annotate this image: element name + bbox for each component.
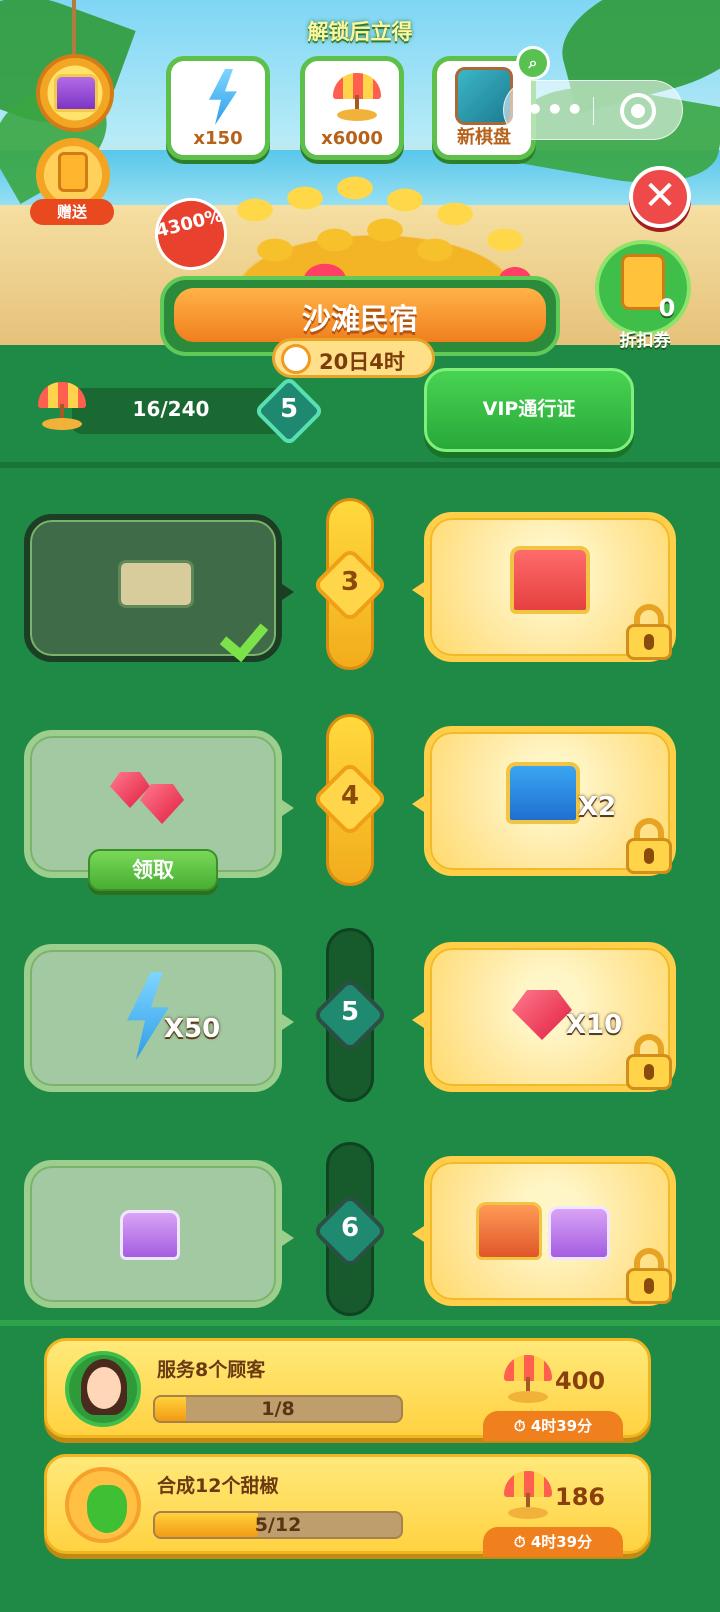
beach-umbrella-icon — [502, 1351, 554, 1403]
customer-avatar — [65, 1351, 141, 1427]
lock-icon — [624, 604, 674, 660]
lightning-icon — [197, 69, 249, 125]
vip-reward-card[interactable] — [412, 1156, 676, 1306]
task-progress-text: 1/8 — [261, 1398, 295, 1420]
rope-decoration — [72, 0, 76, 56]
coupon-label: 折扣券 — [619, 331, 671, 351]
pass-progress-text: 16/240 — [132, 397, 210, 421]
pepper-icon — [87, 1485, 127, 1533]
level-number: 4 — [340, 781, 360, 811]
purple-chest-icon — [548, 1206, 610, 1260]
lock-icon — [624, 818, 674, 874]
pepper-avatar — [65, 1467, 141, 1543]
task-card[interactable]: 服务8个顾客 1/8 400 ⏱ 4时39分 — [44, 1338, 651, 1441]
task-timer: ⏱ 4时39分 — [483, 1527, 623, 1557]
claim-button[interactable]: 领取 — [88, 849, 218, 891]
level-number: 5 — [340, 997, 360, 1027]
event-timer-text: 20日4时 — [319, 350, 405, 374]
free-reward-card[interactable] — [24, 514, 294, 662]
vip-reward-card[interactable]: X10 — [412, 942, 676, 1092]
close-miniprogram-icon[interactable] — [620, 93, 656, 129]
unlock-reward-umbrella[interactable]: x6000 — [300, 56, 404, 160]
section-divider — [0, 462, 720, 468]
vip-reward-card[interactable]: X2 — [412, 726, 676, 876]
food-tray-icon — [118, 560, 194, 608]
vip-reward-card[interactable] — [412, 512, 676, 662]
beach-umbrella-icon — [331, 69, 383, 125]
percent-badge-text: 4300% — [153, 205, 226, 242]
lock-icon — [624, 1034, 674, 1090]
task-progress-text: 5/12 — [254, 1514, 302, 1536]
task-label: 服务8个顾客 — [157, 1359, 266, 1381]
free-reward-card[interactable] — [24, 1160, 294, 1308]
magnify-icon[interactable]: ⌕ — [516, 46, 550, 80]
orange-chest-icon — [476, 1202, 542, 1260]
free-reward-card[interactable]: X50 — [24, 944, 294, 1092]
unlock-reward-label: x6000 — [321, 128, 383, 149]
miniprogram-capsule: ••• — [503, 80, 683, 140]
beach-umbrella-icon — [36, 378, 88, 430]
reward-quantity: X50 — [164, 1014, 221, 1044]
capsule-divider — [593, 97, 594, 125]
treasure-chest-icon[interactable] — [36, 54, 114, 132]
chest-shape — [54, 74, 98, 112]
lock-icon — [624, 1248, 674, 1304]
more-options-icon[interactable]: ••• — [526, 93, 586, 126]
task-reward: 400 — [555, 1367, 606, 1395]
blue-chest-icon — [506, 762, 580, 824]
reward-quantity: X10 — [566, 1010, 623, 1040]
task-reward: 186 — [555, 1483, 606, 1511]
close-button[interactable]: ✕ — [629, 166, 691, 228]
event-title: 沙滩民宿 — [301, 302, 418, 336]
task-timer-text: 4时39分 — [530, 1533, 593, 1551]
task-timer-text: 4时39分 — [530, 1417, 593, 1435]
gift-label[interactable]: 赠送 — [30, 199, 114, 225]
beach-umbrella-icon — [502, 1467, 554, 1519]
unlock-reward-energy[interactable]: x150 — [166, 56, 270, 160]
unlock-title: 解锁后立得 — [307, 20, 413, 44]
reward-quantity: X2 — [578, 792, 617, 822]
task-label: 合成12个甜椒 — [157, 1475, 279, 1497]
task-progress-bar: 5/12 — [153, 1511, 403, 1539]
mystery-chest-icon — [510, 546, 590, 614]
task-timer: ⏱ 4时39分 — [483, 1411, 623, 1441]
coupon-count: 0 — [658, 294, 676, 322]
event-timer: 20日4时 — [272, 338, 435, 378]
level-number: 6 — [340, 1213, 360, 1243]
task-card[interactable]: 合成12个甜椒 5/12 186 ⏱ 4时39分 — [44, 1454, 651, 1557]
task-progress-bar: 1/8 — [153, 1395, 403, 1423]
level-number: 3 — [340, 567, 360, 597]
vip-pass-button[interactable]: VIP通行证 — [424, 368, 634, 452]
current-level-number: 5 — [279, 394, 299, 424]
ruby-icon — [512, 990, 572, 1040]
check-icon — [226, 606, 276, 646]
purple-chest-icon — [120, 1210, 180, 1260]
ticket-shape — [58, 152, 88, 192]
unlock-reward-label: x150 — [193, 128, 243, 149]
clock-icon — [281, 344, 311, 374]
